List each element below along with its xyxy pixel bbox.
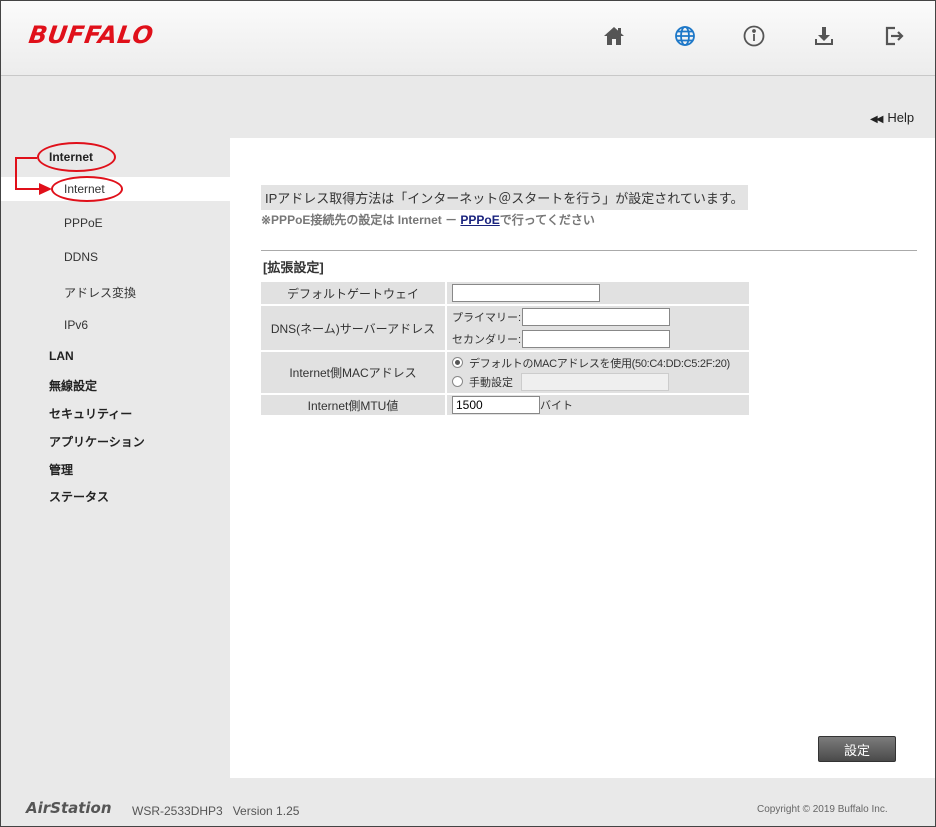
mac-cell: デフォルトのMACアドレスを使用(50:C4:DD:C5:2F:20) 手動設定 bbox=[447, 352, 749, 395]
dns-label: DNS(ネーム)サーバーアドレス bbox=[261, 306, 447, 352]
mtu-unit: バイト bbox=[540, 400, 573, 412]
nav-item-pppoe[interactable]: PPPoE bbox=[64, 216, 103, 230]
page-frame: BUFFALO ◀◀ Help Internet Internet PPPoE D… bbox=[0, 0, 936, 827]
gateway-label: デフォルトゲートウェイ bbox=[261, 282, 447, 306]
nav-category-management[interactable]: 管理 bbox=[49, 461, 73, 478]
copyright: Copyright © 2019 Buffalo Inc. bbox=[757, 804, 888, 815]
table-row: Internet側MTU値 バイト bbox=[261, 395, 749, 417]
dns-cell: プライマリー: セカンダリー: bbox=[447, 306, 749, 352]
mtu-cell: バイト bbox=[447, 395, 749, 417]
mac-label: Internet側MACアドレス bbox=[261, 352, 447, 395]
nav-category-lan[interactable]: LAN bbox=[49, 349, 74, 363]
mac-manual-radio[interactable] bbox=[452, 376, 463, 387]
download-icon[interactable] bbox=[811, 23, 837, 49]
nav-category-wireless[interactable]: 無線設定 bbox=[49, 377, 97, 394]
nav-item-address-translation[interactable]: アドレス変換 bbox=[64, 284, 136, 301]
pppoe-link[interactable]: PPPoE bbox=[460, 213, 499, 227]
table-row: デフォルトゲートウェイ bbox=[261, 282, 749, 306]
divider bbox=[261, 250, 917, 251]
info-icon[interactable] bbox=[741, 23, 767, 49]
help-toggle[interactable]: ◀◀ Help bbox=[870, 110, 914, 125]
nav-category-applications[interactable]: アプリケーション bbox=[49, 433, 145, 450]
annotation-line bbox=[15, 157, 37, 159]
dns-primary-label: プライマリー: bbox=[452, 312, 522, 324]
pppoe-note: ※PPPoE接続先の設定は Internet － PPPoEで行ってください bbox=[261, 211, 595, 228]
content-panel: IPアドレス取得方法は「インターネット＠スタートを行う」が設定されています。 ※… bbox=[230, 138, 935, 778]
airstation-logo: AirStation bbox=[26, 799, 112, 817]
table-row: DNS(ネーム)サーバーアドレス プライマリー: セカンダリー: bbox=[261, 306, 749, 352]
advanced-settings-table: デフォルトゲートウェイ DNS(ネーム)サーバーアドレス プライマリー: セカン… bbox=[261, 282, 749, 417]
nav-item-ipv6[interactable]: IPv6 bbox=[64, 318, 88, 332]
pppoe-note-suffix: で行ってください bbox=[499, 213, 595, 227]
gateway-cell bbox=[447, 282, 749, 306]
section-title: [拡張設定] bbox=[263, 260, 324, 275]
nav-category-security[interactable]: セキュリティー bbox=[49, 405, 132, 422]
mtu-input[interactable] bbox=[452, 396, 540, 414]
annotation-arrow-icon bbox=[39, 183, 52, 195]
highlight-ellipse-internet-category bbox=[37, 142, 116, 172]
table-row: Internet側MACアドレス デフォルトのMACアドレスを使用(50:C4:… bbox=[261, 352, 749, 395]
logout-icon[interactable] bbox=[881, 23, 907, 49]
annotation-line bbox=[15, 157, 17, 190]
mtu-label: Internet側MTU値 bbox=[261, 395, 447, 417]
highlight-ellipse-internet-item bbox=[51, 176, 123, 202]
header: BUFFALO bbox=[1, 1, 935, 76]
nav-category-status[interactable]: ステータス bbox=[49, 488, 109, 505]
globe-icon[interactable] bbox=[672, 23, 698, 49]
pppoe-note-text: ※PPPoE接続先の設定は Internet － bbox=[261, 213, 461, 227]
mac-default-label: デフォルトのMACアドレスを使用(50:C4:DD:C5:2F:20) bbox=[469, 357, 730, 370]
mac-manual-label: 手動設定 bbox=[469, 376, 513, 389]
dns-secondary-label: セカンダリー: bbox=[452, 334, 522, 346]
nav-item-ddns[interactable]: DDNS bbox=[64, 250, 98, 264]
mac-default-radio[interactable] bbox=[452, 357, 463, 368]
model-version: WSR-2533DHP3 Version 1.25 bbox=[132, 804, 300, 818]
buffalo-logo: BUFFALO bbox=[27, 21, 156, 49]
double-left-arrow-icon: ◀◀ bbox=[870, 114, 883, 125]
help-label: Help bbox=[887, 110, 915, 125]
apply-settings-button[interactable]: 設定 bbox=[818, 736, 896, 762]
status-notice: IPアドレス取得方法は「インターネット＠スタートを行う」が設定されています。 bbox=[261, 185, 748, 210]
dns-secondary-input[interactable] bbox=[522, 330, 670, 348]
mac-manual-input[interactable] bbox=[521, 372, 669, 391]
dns-primary-input[interactable] bbox=[522, 308, 670, 326]
home-icon[interactable] bbox=[601, 23, 627, 49]
gateway-input[interactable] bbox=[452, 284, 600, 302]
